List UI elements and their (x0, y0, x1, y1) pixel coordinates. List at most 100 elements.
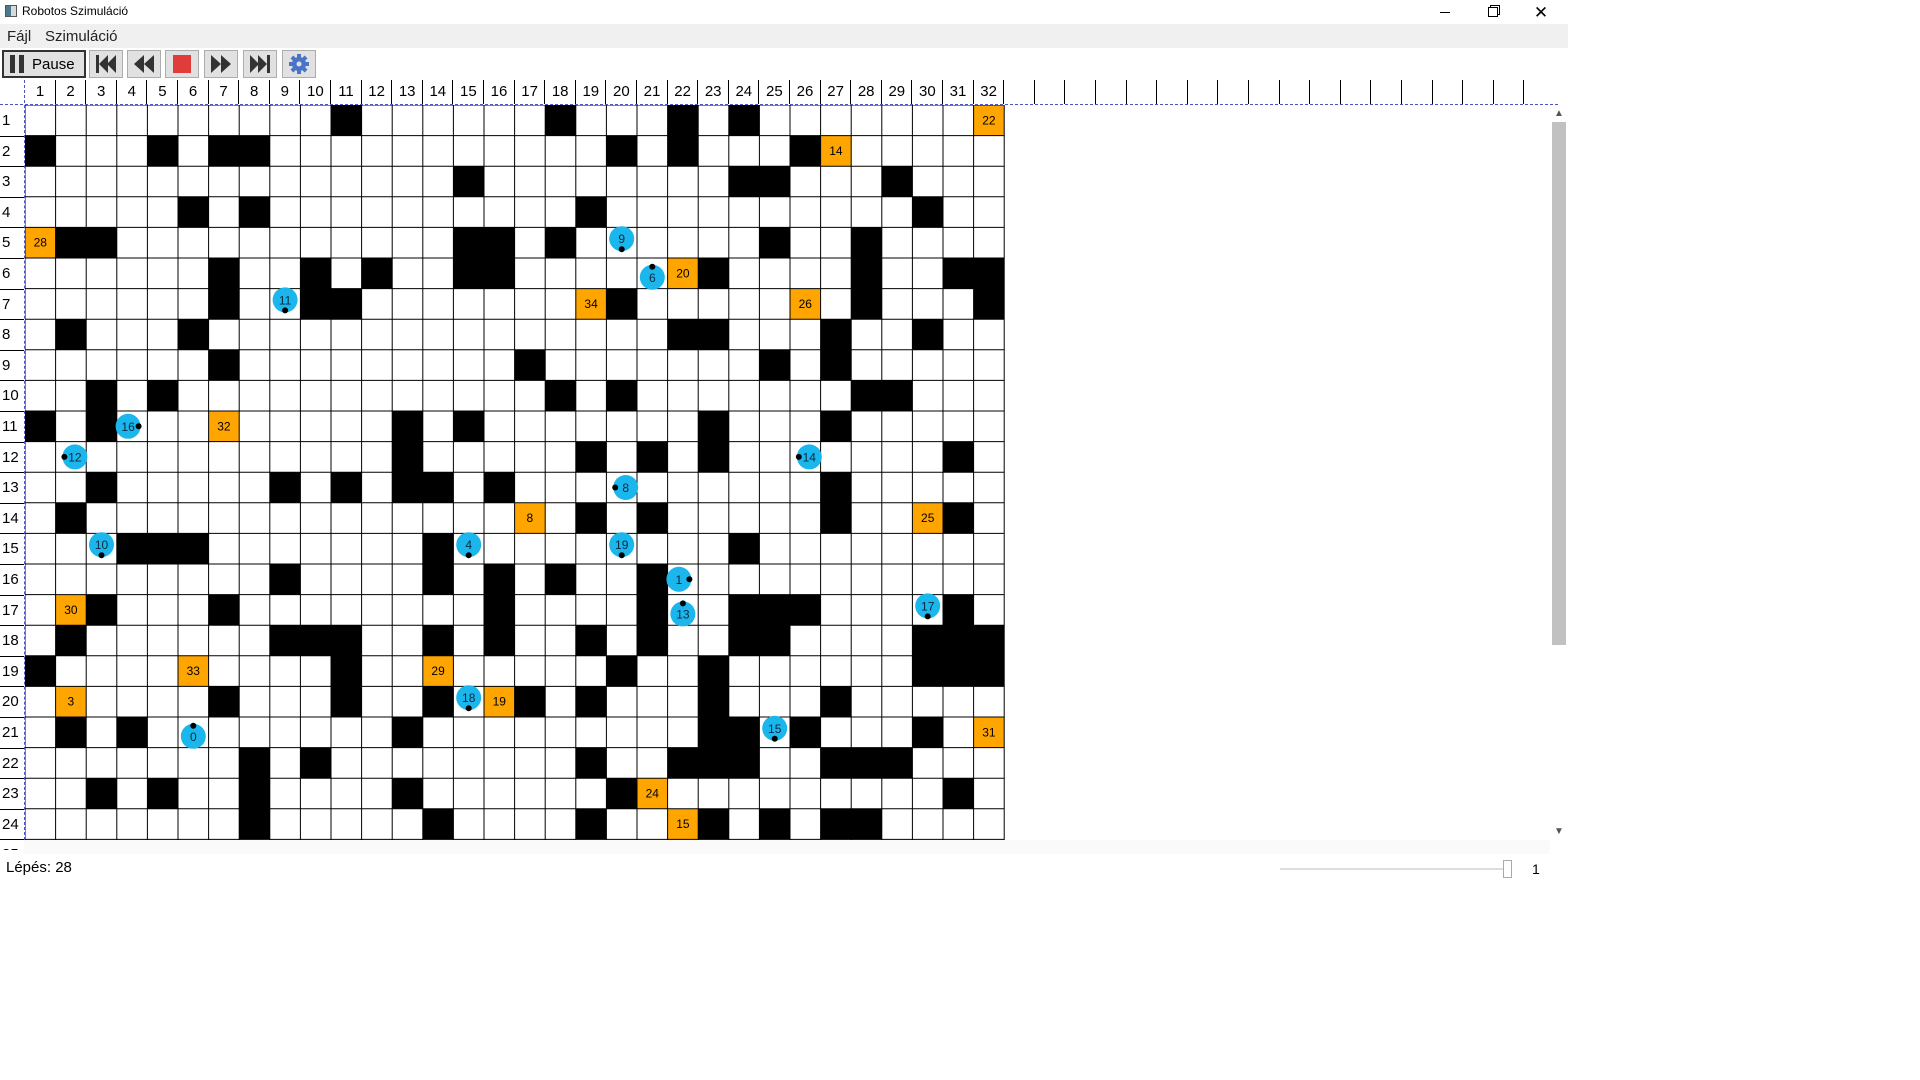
column-header-divider (1401, 80, 1402, 104)
target-cell: 24 (637, 778, 668, 809)
row-label: 3 (2, 173, 11, 191)
wall-cell (25, 135, 56, 167)
robot-direction-dot (686, 576, 693, 583)
column-label: 15 (460, 83, 477, 100)
close-button[interactable]: ✕ (1518, 0, 1564, 24)
row-label: 2 (2, 142, 11, 160)
scroll-down-icon[interactable]: ▼ (1554, 826, 1564, 837)
target-cell: 3 (55, 686, 87, 717)
settings-button[interactable] (282, 50, 316, 78)
column-label: 16 (490, 83, 508, 100)
wall-cell (86, 227, 117, 258)
wall-cell (453, 227, 484, 258)
column-label: 11 (338, 83, 354, 100)
row-label: 24 (2, 815, 19, 833)
wall-cell (575, 686, 607, 717)
target-label: 14 (829, 144, 843, 158)
wall-cell (545, 564, 576, 595)
wall-cell (820, 349, 852, 381)
target-cell: 20 (667, 258, 699, 289)
column-header-divider (1492, 80, 1494, 104)
wall-cell (178, 196, 209, 228)
wall-cell (239, 778, 270, 809)
wall-cell (575, 625, 607, 656)
wall-cell (728, 533, 760, 564)
wall-cell (331, 288, 362, 320)
toolbar: Pause (0, 48, 1568, 80)
rewind-icon (134, 55, 154, 73)
target-label: 30 (64, 603, 78, 617)
menu-simulation[interactable]: Szimuláció (45, 28, 118, 45)
wall-cell (86, 594, 117, 626)
target-label: 34 (584, 297, 598, 311)
robot-direction-dot (61, 453, 68, 460)
column-header-divider (1309, 80, 1311, 104)
wall-cell (331, 472, 362, 503)
wall-cell (422, 472, 454, 503)
wall-cell (575, 196, 607, 228)
wall-cell (943, 778, 974, 809)
wall-cell (790, 135, 821, 167)
robot-direction-dot (190, 722, 197, 729)
wall-cell (147, 135, 178, 167)
skip-to-start-button[interactable] (89, 50, 123, 78)
wall-cell (55, 319, 87, 350)
minimize-button[interactable] (1422, 0, 1468, 24)
scroll-up-icon[interactable]: ▲ (1554, 108, 1564, 119)
column-header-divider (1370, 80, 1372, 104)
robot-label: 16 (121, 420, 135, 434)
wall-cell (728, 747, 760, 779)
row-label: 9 (2, 356, 11, 374)
pause-label: Pause (32, 55, 75, 73)
wall-cell (178, 319, 209, 350)
target-cell: 31 (973, 717, 1005, 748)
simulation-grid[interactable]: 22 14 28 20 34 26 32 8 25 30 33 29 3 19 31 24 15 9 6 11 16 12… (25, 105, 1550, 840)
robot-label: 15 (768, 722, 782, 736)
grid-canvas: 2214282034 26328 253033 293 1931241596111612… (25, 105, 1005, 840)
wall-cell (606, 778, 637, 809)
target-cell: 34 (575, 288, 607, 320)
wall-cell (575, 808, 607, 840)
wall-cell (422, 686, 454, 717)
wall-cell (851, 227, 882, 258)
wall-cell (116, 717, 148, 748)
wall-cell (820, 502, 852, 534)
wall-cell (55, 502, 87, 534)
target-label: 3 (68, 695, 75, 709)
speed-slider-thumb[interactable] (1503, 860, 1512, 878)
target-cell: 22 (973, 105, 1005, 136)
column-label: 20 (613, 83, 630, 100)
column-header-divider (1125, 80, 1127, 104)
wall-cell (55, 227, 87, 258)
column-label: 29 (888, 83, 906, 100)
horizontal-scrollbar[interactable] (24, 840, 1550, 854)
skip-to-end-button[interactable] (243, 50, 277, 78)
wall-cell (820, 319, 852, 350)
vertical-scroll-thumb[interactable] (1552, 122, 1566, 645)
wall-cell (973, 258, 1005, 289)
speed-slider-track[interactable] (1280, 868, 1512, 870)
wall-cell (392, 778, 423, 809)
column-header-divider (1033, 80, 1035, 104)
robot-label: 1 (676, 573, 683, 587)
step-back-button[interactable] (127, 50, 161, 78)
wall-cell (759, 808, 790, 840)
menu-file[interactable]: Fájl (7, 28, 31, 45)
robot-direction-dot (465, 552, 472, 559)
pause-button[interactable]: Pause (2, 50, 86, 78)
wall-cell (545, 227, 576, 258)
wall-cell (667, 135, 699, 167)
restore-button[interactable] (1470, 0, 1516, 24)
step-forward-button[interactable] (204, 50, 238, 78)
robot-direction-dot (282, 307, 289, 314)
robot-label: 13 (676, 607, 690, 621)
column-label: 22 (674, 83, 691, 100)
target-label: 24 (646, 787, 660, 801)
wall-cell (453, 411, 484, 442)
stop-button[interactable] (165, 50, 199, 78)
wall-cell (698, 411, 729, 442)
column-label: 3 (97, 83, 106, 100)
wall-cell (25, 655, 56, 687)
robot-direction-dot (612, 484, 619, 491)
robot-label: 6 (649, 271, 656, 285)
